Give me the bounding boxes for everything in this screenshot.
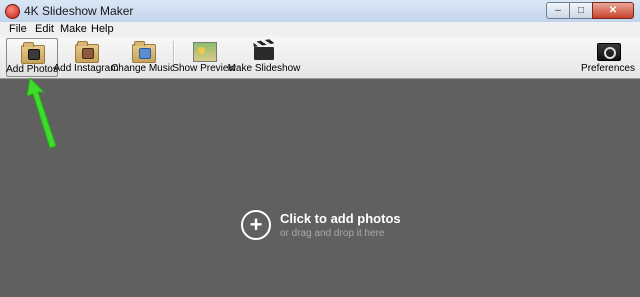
preferences-button[interactable]: Preferences bbox=[581, 38, 635, 77]
show-preview-button[interactable]: Show Preview bbox=[172, 38, 236, 77]
menu-help[interactable]: Help bbox=[91, 23, 114, 35]
maximize-button[interactable]: □ bbox=[569, 2, 593, 19]
window-controls: – □ ✕ bbox=[546, 2, 634, 19]
show-preview-label: Show Preview bbox=[172, 63, 236, 74]
menu-edit[interactable]: Edit bbox=[35, 23, 54, 35]
window-title: 4K Slideshow Maker bbox=[24, 4, 134, 18]
close-button[interactable]: ✕ bbox=[592, 2, 634, 19]
photo-drop-area[interactable] bbox=[0, 79, 640, 297]
click-to-add-text[interactable]: Click to add photos bbox=[280, 211, 401, 226]
preferences-icon bbox=[597, 41, 621, 61]
app-logo-icon bbox=[5, 4, 20, 19]
add-photos-label: Add Photos bbox=[6, 64, 58, 75]
change-music-label: Change Music bbox=[111, 63, 175, 74]
minimize-button[interactable]: – bbox=[546, 2, 570, 19]
clapperboard-icon bbox=[253, 38, 275, 61]
menu-file[interactable]: File bbox=[9, 23, 27, 35]
menu-bar: File Edit Make Help bbox=[0, 22, 640, 37]
add-photos-prompt[interactable]: + Click to add photos or drag and drop i… bbox=[241, 210, 401, 240]
preview-image-icon bbox=[193, 41, 217, 62]
plus-circle-icon[interactable]: + bbox=[241, 210, 271, 240]
toolbar: Add Photos Add Instagram Change Music Sh… bbox=[0, 37, 640, 79]
folder-instagram-icon bbox=[75, 41, 99, 63]
change-music-button[interactable]: Change Music bbox=[111, 38, 175, 77]
menu-make[interactable]: Make bbox=[60, 23, 87, 35]
preferences-label: Preferences bbox=[581, 63, 635, 74]
add-photos-button[interactable]: Add Photos bbox=[6, 38, 58, 77]
make-slideshow-label: Make Slideshow bbox=[227, 63, 301, 74]
make-slideshow-button[interactable]: Make Slideshow bbox=[228, 38, 300, 77]
add-instagram-button[interactable]: Add Instagram bbox=[53, 38, 119, 77]
add-instagram-label: Add Instagram bbox=[53, 63, 119, 74]
folder-music-icon bbox=[132, 41, 156, 63]
annotation-arrow-icon bbox=[26, 78, 57, 149]
folder-camera-icon bbox=[21, 42, 45, 64]
title-bar: 4K Slideshow Maker – □ ✕ bbox=[0, 0, 640, 23]
drag-drop-hint: or drag and drop it here bbox=[280, 228, 385, 239]
